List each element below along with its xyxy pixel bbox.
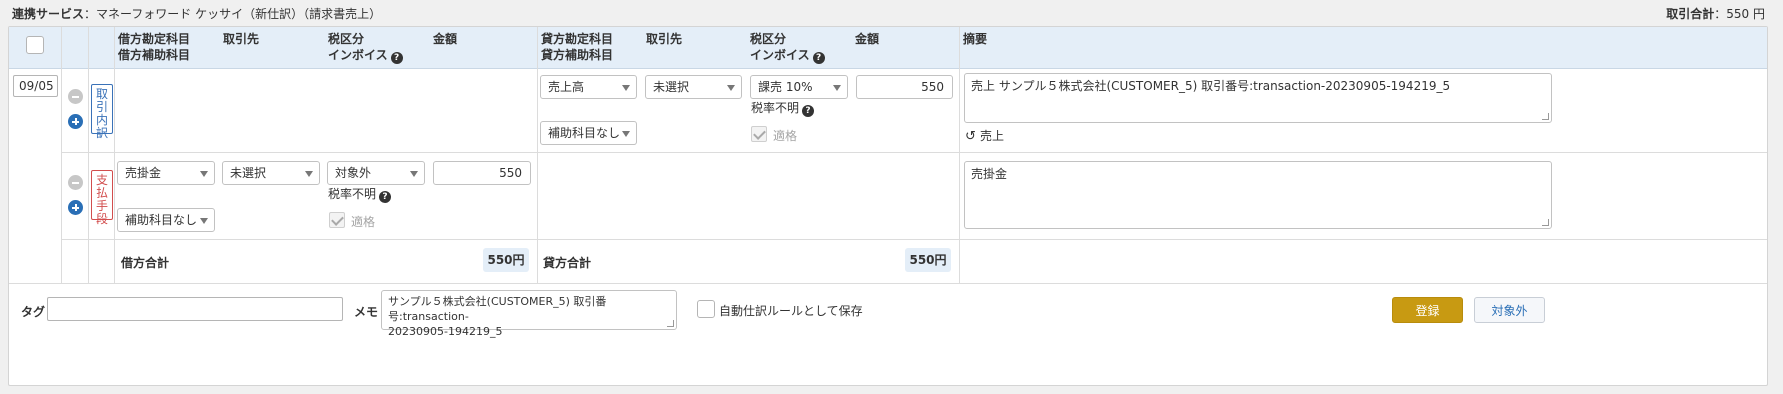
divider: [61, 27, 62, 283]
debit-total-label: 借方合計: [121, 256, 170, 270]
debit-total-value: 550円: [483, 248, 529, 272]
summary-textarea[interactable]: 売上 サンプル５株式会社(CUSTOMER_5) 取引番号:transactio…: [964, 73, 1552, 123]
transaction-total: 取引合計：550 円: [1666, 5, 1765, 22]
divider: [61, 239, 1767, 240]
memo-label: メモ: [354, 305, 379, 319]
auto-rule-checkbox[interactable]: [697, 300, 715, 318]
header-debit-partner: 取引先: [223, 32, 260, 46]
debit-tax-select[interactable]: 対象外: [327, 161, 425, 185]
add-row-icon[interactable]: [68, 114, 83, 129]
header-credit-tax: 税区分 インボイス?: [750, 31, 825, 64]
debit-account-select[interactable]: 売掛金: [117, 161, 215, 185]
chevron-down-icon: [410, 171, 418, 177]
resize-handle[interactable]: [667, 320, 674, 327]
help-icon[interactable]: ?: [390, 52, 403, 64]
divider: [61, 152, 1767, 153]
transaction-total-value: ：550 円: [1714, 7, 1765, 21]
qualified-label: 適格: [773, 129, 798, 143]
divider: [959, 27, 960, 283]
header-debit-tax: 税区分 インボイス?: [328, 31, 403, 64]
qualified-checkbox[interactable]: [751, 126, 767, 142]
chevron-down-icon: [833, 85, 841, 91]
undo-summary[interactable]: ↺ 売上: [965, 127, 1004, 144]
divider: [114, 27, 115, 283]
header-debit-amount: 金額: [433, 32, 458, 46]
resize-handle[interactable]: [1542, 113, 1549, 120]
chevron-down-icon: [200, 218, 208, 224]
credit-total-label: 貸方合計: [543, 256, 592, 270]
credit-amount-input[interactable]: 550: [856, 75, 953, 99]
chevron-down-icon: [622, 131, 630, 137]
credit-sub-account-select[interactable]: 補助科目なし: [540, 121, 637, 145]
add-row-icon[interactable]: [68, 200, 83, 215]
divider: [88, 27, 89, 283]
transaction-detail-tag: 取引内訳: [91, 84, 113, 140]
header-summary: 摘要: [963, 32, 988, 46]
tax-rate-unknown: 税率不明?: [751, 99, 815, 117]
qualified-label: 適格: [351, 215, 376, 229]
help-icon[interactable]: ?: [802, 105, 815, 117]
chevron-down-icon: [622, 85, 630, 91]
divider: [9, 283, 1767, 284]
chevron-down-icon: [305, 171, 313, 177]
tax-rate-unknown: 税率不明?: [328, 185, 392, 203]
remove-row-icon[interactable]: [68, 175, 83, 190]
credit-partner-select[interactable]: 未選択: [645, 75, 742, 99]
credit-total-value: 550円: [905, 248, 951, 272]
header-debit-account: 借方勘定科目 借方補助科目: [118, 32, 191, 62]
header-credit-account: 貸方勘定科目 貸方補助科目: [541, 32, 614, 62]
remove-row-icon[interactable]: [68, 89, 83, 104]
chevron-down-icon: [727, 85, 735, 91]
resize-handle[interactable]: [1542, 219, 1549, 226]
payment-method-tag: 支払手段: [91, 170, 113, 226]
qualified-checkbox[interactable]: [329, 212, 345, 228]
service-label: 連携サービス: [12, 7, 85, 21]
header-credit-amount: 金額: [855, 32, 880, 46]
help-icon[interactable]: ?: [812, 52, 825, 64]
service-info: 連携サービス：マネーフォワード ケッサイ（新仕訳）（請求書売上）: [12, 5, 381, 22]
memo-textarea[interactable]: サンプル５株式会社(CUSTOMER_5) 取引番号:transaction- 2…: [381, 290, 677, 338]
credit-tax-select[interactable]: 課売 10%: [750, 75, 848, 99]
divider: [537, 27, 538, 283]
register-button[interactable]: 登録: [1392, 297, 1463, 323]
summary-textarea[interactable]: 売掛金: [964, 161, 1552, 229]
chevron-down-icon: [200, 171, 208, 177]
debit-sub-account-select[interactable]: 補助科目なし: [117, 208, 215, 232]
debit-amount-input[interactable]: 550: [433, 161, 531, 185]
date-input[interactable]: 09/05: [13, 75, 58, 97]
credit-account-select[interactable]: 売上高: [540, 75, 637, 99]
tag-input[interactable]: [47, 297, 343, 321]
select-all-checkbox[interactable]: [26, 36, 44, 54]
help-icon[interactable]: ?: [379, 191, 392, 203]
journal-entry-panel: 借方勘定科目 借方補助科目 取引先 税区分 インボイス? 金額 貸方勘定科目 貸方補助…: [8, 26, 1768, 386]
exclude-button[interactable]: 対象外: [1474, 297, 1545, 323]
undo-icon: ↺: [965, 129, 976, 144]
header-credit-partner: 取引先: [646, 32, 683, 46]
service-value: ：マネーフォワード ケッサイ（新仕訳）（請求書売上）: [84, 7, 382, 21]
tag-label: タグ: [21, 305, 46, 319]
transaction-total-label: 取引合計: [1666, 7, 1715, 21]
auto-rule-label: 自動仕訳ルールとして保存: [719, 304, 863, 318]
table-header: [9, 27, 1767, 69]
debit-partner-select[interactable]: 未選択: [222, 161, 320, 185]
